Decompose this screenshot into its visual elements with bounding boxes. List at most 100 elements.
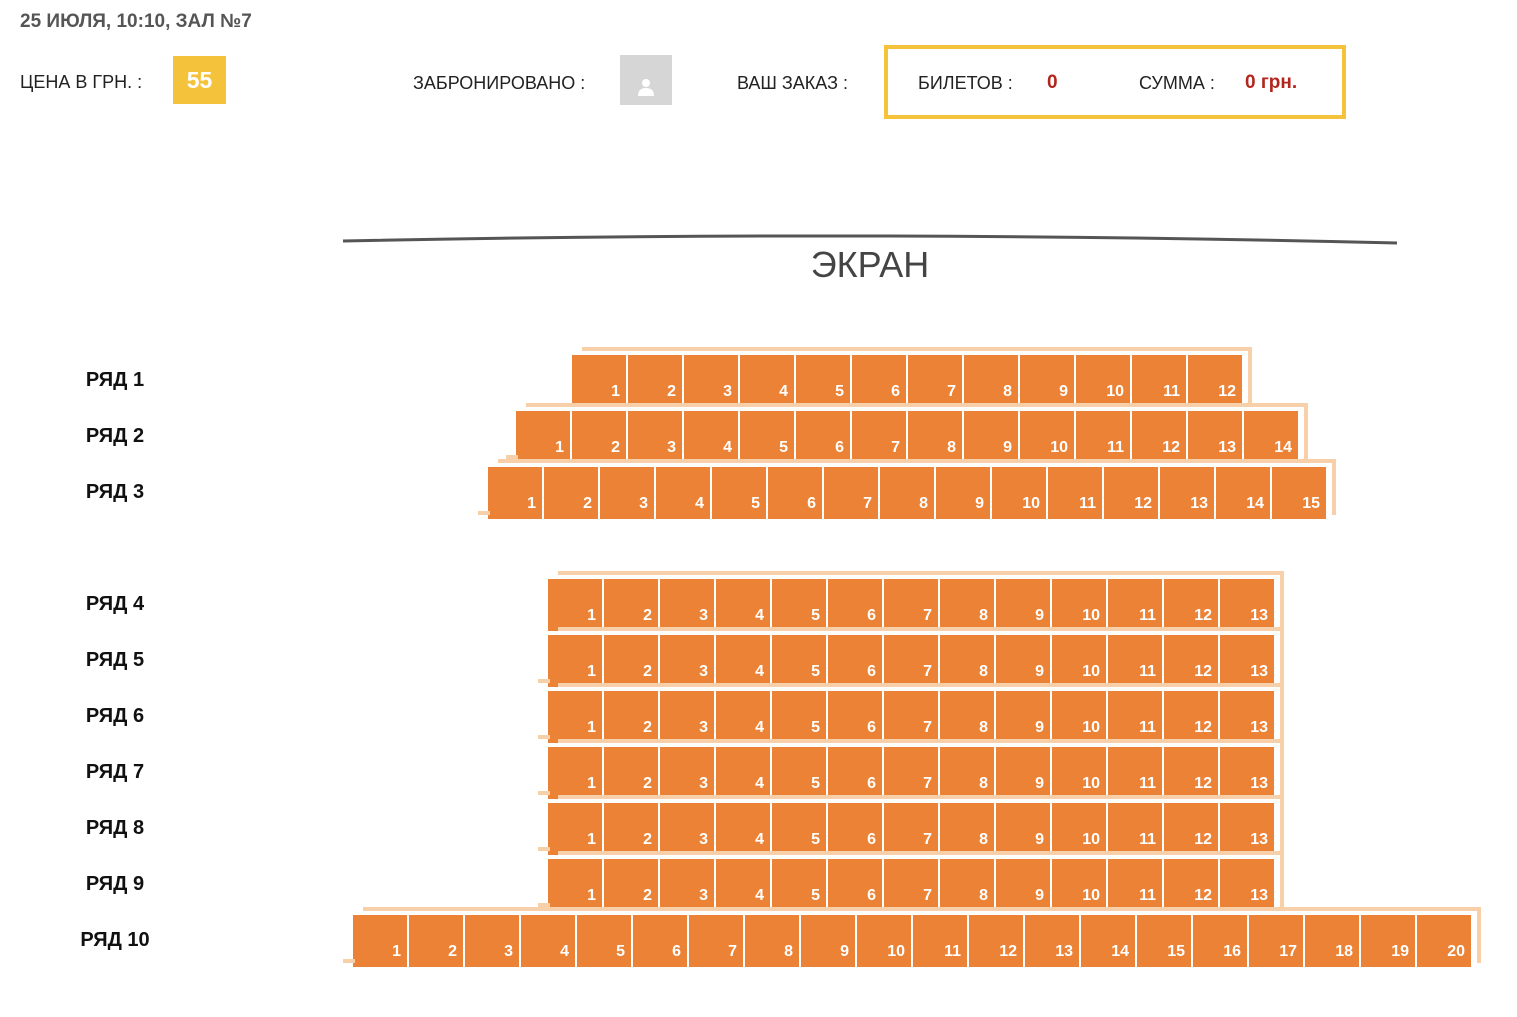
seat[interactable]: 7: [908, 355, 962, 407]
seat[interactable]: 11: [1108, 803, 1162, 855]
seat[interactable]: 8: [940, 747, 994, 799]
seat[interactable]: 4: [684, 411, 738, 463]
seat[interactable]: 7: [824, 467, 878, 519]
seat[interactable]: 1: [548, 635, 602, 687]
seat[interactable]: 11: [1108, 747, 1162, 799]
seat[interactable]: 4: [740, 355, 794, 407]
seat[interactable]: 4: [716, 635, 770, 687]
seat[interactable]: 13: [1220, 859, 1274, 911]
seat[interactable]: 16: [1193, 915, 1247, 967]
seat[interactable]: 11: [1108, 579, 1162, 631]
seat[interactable]: 9: [964, 411, 1018, 463]
seat[interactable]: 9: [996, 635, 1050, 687]
seat[interactable]: 1: [548, 747, 602, 799]
seat[interactable]: 1: [548, 691, 602, 743]
seat[interactable]: 13: [1220, 747, 1274, 799]
seat[interactable]: 8: [940, 635, 994, 687]
seat[interactable]: 13: [1160, 467, 1214, 519]
seat[interactable]: 13: [1220, 803, 1274, 855]
seat[interactable]: 14: [1081, 915, 1135, 967]
seat[interactable]: 1: [548, 579, 602, 631]
seat[interactable]: 15: [1137, 915, 1191, 967]
seat[interactable]: 10: [1076, 355, 1130, 407]
seat[interactable]: 1: [488, 467, 542, 519]
seat[interactable]: 3: [660, 859, 714, 911]
seat[interactable]: 5: [772, 635, 826, 687]
seat[interactable]: 1: [516, 411, 570, 463]
seat[interactable]: 7: [884, 635, 938, 687]
seat[interactable]: 3: [660, 579, 714, 631]
seat[interactable]: 14: [1244, 411, 1298, 463]
seat[interactable]: 6: [828, 859, 882, 911]
seat[interactable]: 10: [1052, 691, 1106, 743]
seat[interactable]: 8: [880, 467, 934, 519]
seat[interactable]: 7: [852, 411, 906, 463]
seat[interactable]: 18: [1305, 915, 1359, 967]
seat[interactable]: 11: [1108, 859, 1162, 911]
seat[interactable]: 10: [992, 467, 1046, 519]
seat[interactable]: 2: [572, 411, 626, 463]
seat[interactable]: 2: [604, 691, 658, 743]
seat[interactable]: 3: [660, 635, 714, 687]
seat[interactable]: 12: [1164, 747, 1218, 799]
seat[interactable]: 20: [1417, 915, 1471, 967]
seat[interactable]: 17: [1249, 915, 1303, 967]
seat[interactable]: 12: [1132, 411, 1186, 463]
seat[interactable]: 3: [660, 803, 714, 855]
seat[interactable]: 9: [996, 803, 1050, 855]
seat[interactable]: 12: [1188, 355, 1242, 407]
seat[interactable]: 4: [656, 467, 710, 519]
seat[interactable]: 12: [1104, 467, 1158, 519]
seat[interactable]: 5: [740, 411, 794, 463]
seat[interactable]: 7: [884, 747, 938, 799]
seat[interactable]: 12: [1164, 803, 1218, 855]
seat[interactable]: 1: [353, 915, 407, 967]
seat[interactable]: 11: [1048, 467, 1102, 519]
seat[interactable]: 7: [884, 579, 938, 631]
seat[interactable]: 9: [996, 859, 1050, 911]
seat[interactable]: 8: [964, 355, 1018, 407]
seat[interactable]: 3: [600, 467, 654, 519]
seat[interactable]: 2: [604, 635, 658, 687]
seat[interactable]: 9: [996, 747, 1050, 799]
seat[interactable]: 7: [884, 691, 938, 743]
seat[interactable]: 6: [828, 803, 882, 855]
seat[interactable]: 3: [628, 411, 682, 463]
seat[interactable]: 5: [772, 803, 826, 855]
seat[interactable]: 5: [772, 691, 826, 743]
seat[interactable]: 11: [1132, 355, 1186, 407]
seat[interactable]: 6: [828, 579, 882, 631]
seat[interactable]: 6: [633, 915, 687, 967]
seat[interactable]: 10: [1052, 579, 1106, 631]
seat[interactable]: 6: [828, 635, 882, 687]
seat[interactable]: 9: [801, 915, 855, 967]
seat[interactable]: 10: [857, 915, 911, 967]
seat[interactable]: 4: [521, 915, 575, 967]
seat[interactable]: 1: [548, 859, 602, 911]
seat[interactable]: 2: [628, 355, 682, 407]
seat[interactable]: 6: [852, 355, 906, 407]
seat[interactable]: 12: [1164, 691, 1218, 743]
seat[interactable]: 10: [1052, 859, 1106, 911]
seat[interactable]: 12: [969, 915, 1023, 967]
seat[interactable]: 13: [1220, 635, 1274, 687]
seat[interactable]: 5: [796, 355, 850, 407]
seat[interactable]: 3: [684, 355, 738, 407]
seat[interactable]: 4: [716, 579, 770, 631]
seat[interactable]: 11: [1108, 635, 1162, 687]
seat[interactable]: 7: [689, 915, 743, 967]
seat[interactable]: 13: [1220, 691, 1274, 743]
seat[interactable]: 2: [604, 859, 658, 911]
seat[interactable]: 7: [884, 859, 938, 911]
seat[interactable]: 2: [604, 747, 658, 799]
seat[interactable]: 12: [1164, 859, 1218, 911]
seat[interactable]: 4: [716, 691, 770, 743]
seat[interactable]: 8: [745, 915, 799, 967]
seat[interactable]: 10: [1052, 803, 1106, 855]
seat[interactable]: 12: [1164, 635, 1218, 687]
seat[interactable]: 19: [1361, 915, 1415, 967]
seat[interactable]: 2: [409, 915, 463, 967]
seat[interactable]: 3: [660, 747, 714, 799]
seat[interactable]: 15: [1272, 467, 1326, 519]
seat[interactable]: 8: [908, 411, 962, 463]
